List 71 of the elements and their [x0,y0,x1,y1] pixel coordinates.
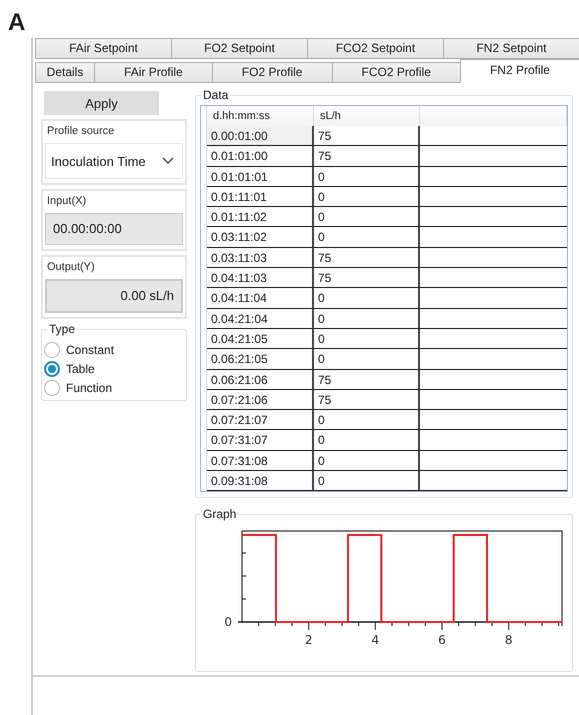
table-cell[interactable]: 0.07:21:06 [207,390,314,410]
tab[interactable]: FAir Profile [94,62,213,83]
table-cell[interactable]: 0 [314,207,420,228]
table-cell[interactable]: 0 [314,410,420,430]
table-cell[interactable]: 75 [314,146,420,167]
axis-tick-label: 8 [504,633,512,648]
radio-label[interactable]: Function [66,380,112,394]
table-cell[interactable]: 0.06:21:05 [207,349,314,370]
table-cell[interactable]: 75 [314,370,420,390]
table-cell[interactable]: 0 [314,471,420,492]
axis-tick-label: 6 [438,633,446,648]
radio-button[interactable] [44,342,60,358]
table-cell[interactable]: 0.01:01:01 [207,166,314,187]
table-cell[interactable]: 0 [314,450,420,472]
y-axis-ticks [242,552,246,600]
tab[interactable]: FAir Setpoint [35,38,172,59]
radio-button[interactable] [44,380,60,396]
table-cell[interactable]: 75 [314,126,420,146]
table-cell[interactable]: 0.09:31:08 [207,471,314,492]
group-title: Data [201,88,230,102]
column-header[interactable]: sL/h [314,106,420,126]
field-label: Input(X) [46,195,86,207]
table-cell[interactable]: 0 [314,186,420,208]
table-cell[interactable]: 0 [314,349,420,370]
tab[interactable]: FN2 Profile [460,59,579,83]
field-label: Output(Y) [46,261,95,273]
table-cell[interactable]: 0.04:21:05 [207,328,314,350]
tab[interactable]: FO2 Profile [212,62,332,83]
table-cell[interactable]: 0.04:21:04 [207,308,314,329]
figure-label: A [7,8,26,38]
axis-tick-label: 4 [372,633,380,648]
table-cell[interactable]: 0 [314,308,420,329]
radio-label[interactable]: Constant [66,342,114,356]
table-cell[interactable]: 0.01:11:01 [207,186,314,208]
table-cell[interactable]: 75 [314,390,420,410]
apply-button[interactable]: Apply [44,91,159,115]
table-cell[interactable]: 0.04:11:03 [207,268,314,288]
field-label: Profile source [46,125,114,137]
table-cell[interactable]: 0.01:11:02 [207,207,314,228]
table-cell[interactable]: 0.03:11:03 [207,248,314,268]
input-field[interactable]: 00.00:00:00 [45,213,183,245]
table-cell[interactable]: 0.07:31:08 [207,450,314,472]
column-header[interactable]: d.hh:mm:ss [207,106,314,126]
table-cell[interactable]: 75 [314,268,420,288]
table-cell[interactable]: 0.07:31:07 [207,430,314,451]
table-cell[interactable]: 0 [314,288,420,309]
tab[interactable]: FCO2 Setpoint [307,38,444,59]
table-cell[interactable]: 0.01:01:00 [207,146,314,167]
table-cell[interactable]: 0.06:21:06 [207,370,314,390]
chevron-down-icon [162,157,174,165]
tab[interactable]: FCO2 Profile [332,62,461,83]
profile-source-dropdown[interactable]: Inoculation Time [45,143,183,179]
table-cell[interactable]: 0.04:11:04 [207,288,314,309]
table-cell[interactable]: 0 [314,227,420,248]
table-cell[interactable]: 0.03:11:02 [207,227,314,248]
tab[interactable]: FN2 Setpoint [443,38,579,59]
radio-label[interactable]: Table [66,362,95,376]
axis-tick-label: 2 [304,633,312,648]
output-field[interactable]: 0.00 sL/h [45,279,183,313]
table-cell[interactable]: 75 [314,248,420,268]
axis-tick-label: 0 [224,615,232,630]
table-cell[interactable]: 0.00:01:00 [207,126,314,146]
group-title: Graph [201,507,238,522]
tab[interactable]: FO2 Setpoint [171,38,308,59]
table-cell[interactable]: 0 [314,166,420,187]
radio-button[interactable] [44,360,60,376]
table-cell[interactable]: 0 [314,430,420,451]
table-cell[interactable]: 0.07:21:07 [207,410,314,430]
table-cell[interactable]: 0 [314,328,420,350]
group-title: Type [47,322,78,336]
tab[interactable]: Details [35,62,95,83]
